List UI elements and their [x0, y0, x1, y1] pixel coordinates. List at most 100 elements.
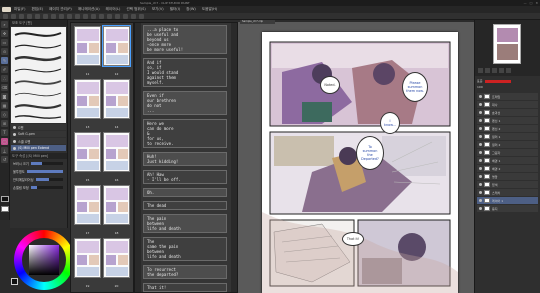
layer-row[interactable]: 효과선	[477, 109, 538, 116]
toolbar-button[interactable]	[83, 13, 88, 19]
ruler-icon[interactable]: ⟂	[1, 147, 8, 154]
sub-color-swatch[interactable]	[1, 206, 9, 212]
toolbar-button[interactable]	[11, 13, 16, 19]
eye-icon[interactable]	[479, 159, 482, 162]
correct-icon[interactable]: ↺	[1, 156, 8, 163]
toolbar-button[interactable]	[107, 13, 112, 19]
layer-row[interactable]: 펜선 2	[477, 125, 538, 132]
select-icon[interactable]: ▭	[1, 39, 8, 46]
layer-row[interactable]: 대사	[477, 101, 538, 108]
gradient-icon[interactable]: ▦	[1, 102, 8, 109]
figure-icon[interactable]: ◇	[1, 111, 8, 118]
story-text-block[interactable]: The pain between life and death	[143, 214, 227, 233]
menu-window[interactable]: 창(W)	[186, 7, 196, 12]
brush-item[interactable]: (S) Milli pen Extend	[11, 145, 66, 151]
menu-filter[interactable]: 필터(I)	[170, 7, 180, 12]
eye-icon[interactable]	[479, 175, 482, 178]
brush-item[interactable]: G펜	[11, 124, 66, 130]
balloon-icon[interactable]: ◯	[1, 138, 8, 145]
toolbar-button[interactable]	[3, 13, 8, 19]
eye-icon[interactable]	[479, 167, 482, 170]
layer-row[interactable]: 컬러 1	[477, 133, 538, 140]
story-text-block[interactable]: Here we can do more & for us, to receive…	[143, 119, 227, 148]
story-text-block[interactable]: ...a place to be useful and beyond us -o…	[143, 25, 227, 54]
main-color-swatch[interactable]	[1, 196, 9, 202]
eye-icon[interactable]	[479, 127, 482, 130]
speech-bubble-5[interactable]: That it!	[342, 232, 364, 246]
pen-icon[interactable]: ✎	[1, 57, 8, 64]
toolbar-button[interactable]	[19, 13, 24, 19]
page-thumbnail[interactable]	[103, 79, 130, 119]
text-icon[interactable]: T	[1, 129, 8, 136]
toolbar-button[interactable]	[115, 13, 120, 19]
layer-row[interactable]: 프레임	[477, 93, 538, 100]
menu-view[interactable]: 보기(V)	[152, 7, 164, 12]
menu-page[interactable]: 페이지 관리(P)	[49, 7, 72, 12]
tool-property-slider[interactable]	[30, 186, 63, 189]
brush-icon[interactable]: ✐	[1, 66, 8, 73]
toolbar-button[interactable]	[35, 13, 40, 19]
eye-icon[interactable]	[479, 111, 482, 114]
toolbar-button[interactable]	[131, 13, 136, 19]
eyedropper-icon[interactable]: ⊙	[1, 48, 8, 55]
eye-icon[interactable]	[479, 103, 482, 106]
opacity-row[interactable]: 100	[477, 84, 538, 90]
story-text-block[interactable]: Huh! Just kidding!	[143, 152, 227, 166]
eye-icon[interactable]	[479, 199, 482, 202]
tool-property-slider[interactable]	[26, 170, 63, 173]
toolbar-button[interactable]	[27, 13, 32, 19]
layer-row[interactable]: 펜선 1	[477, 117, 538, 124]
toolbar-button[interactable]	[51, 13, 56, 19]
layer-row[interactable]: 스케치	[477, 189, 538, 196]
page-thumbnail[interactable]	[103, 132, 130, 172]
toolbar-button[interactable]	[123, 13, 128, 19]
move-icon[interactable]: ✥	[1, 30, 8, 37]
menu-layer[interactable]: 레이어(L)	[106, 7, 121, 12]
rotate-right-button[interactable]	[499, 68, 504, 73]
toolbar-button[interactable]	[75, 13, 80, 19]
page-thumbnail[interactable]	[74, 132, 101, 172]
layer-row[interactable]: 컬러 2	[477, 141, 538, 148]
saturation-value-square[interactable]	[29, 245, 59, 275]
eye-icon[interactable]	[479, 191, 482, 194]
menu-selection[interactable]: 선택 범위(S)	[126, 7, 145, 12]
frame-icon[interactable]: ⊞	[1, 120, 8, 127]
page-thumbnail[interactable]	[74, 26, 101, 66]
toolbar-button[interactable]	[67, 13, 72, 19]
zoom-icon[interactable]: ⌕	[1, 21, 8, 28]
speech-bubble-1[interactable]: Noted.	[320, 76, 340, 94]
toolbar-button[interactable]	[139, 13, 144, 19]
canvas-tab[interactable]: Sample_ch7.clip	[240, 20, 275, 24]
brush-item[interactable]: Soft G-pen	[11, 131, 66, 137]
story-text-block[interactable]: Oh.	[143, 188, 227, 197]
foreground-color-swatch[interactable]	[11, 278, 18, 285]
zoom-out-button[interactable]	[478, 68, 483, 73]
page-thumbnail[interactable]	[74, 79, 101, 119]
story-text-block[interactable]: Ah! Haw - I'll be off.	[143, 170, 227, 184]
eye-icon[interactable]	[479, 143, 482, 146]
menu-help[interactable]: 도움말(H)	[202, 7, 217, 12]
toolbar-button[interactable]	[43, 13, 48, 19]
layer-row[interactable]: 밑색	[477, 181, 538, 188]
layer-row[interactable]: 배경 1	[477, 157, 538, 164]
page-thumbnail[interactable]	[102, 25, 131, 67]
speech-bubble-3[interactable]: I know...	[380, 112, 400, 134]
story-text-block[interactable]: That it!	[143, 283, 227, 292]
blend-mode-value[interactable]: 표준	[477, 79, 483, 83]
navigator-preview[interactable]	[493, 24, 521, 64]
fill-icon[interactable]: ◙	[1, 93, 8, 100]
page-thumbnail[interactable]	[74, 238, 101, 278]
menu-edit[interactable]: 편집(E)	[31, 7, 43, 12]
layer-row[interactable]: 명암	[477, 173, 538, 180]
opacity-value[interactable]: 100	[477, 85, 483, 89]
eye-icon[interactable]	[479, 135, 482, 138]
speech-bubble-4[interactable]: To summon the Departed?	[356, 136, 384, 170]
eraser-icon[interactable]: ⌫	[1, 84, 8, 91]
story-text-block[interactable]: The dead	[143, 201, 227, 210]
eye-icon[interactable]	[479, 119, 482, 122]
layer-row[interactable]: 레이어 1	[477, 197, 538, 204]
layer-row[interactable]: 용지	[477, 205, 538, 212]
tool-property-slider[interactable]	[35, 178, 63, 181]
story-text-block[interactable]: And if so, if I would stand against them…	[143, 58, 227, 87]
page-thumbnail[interactable]	[103, 238, 130, 278]
